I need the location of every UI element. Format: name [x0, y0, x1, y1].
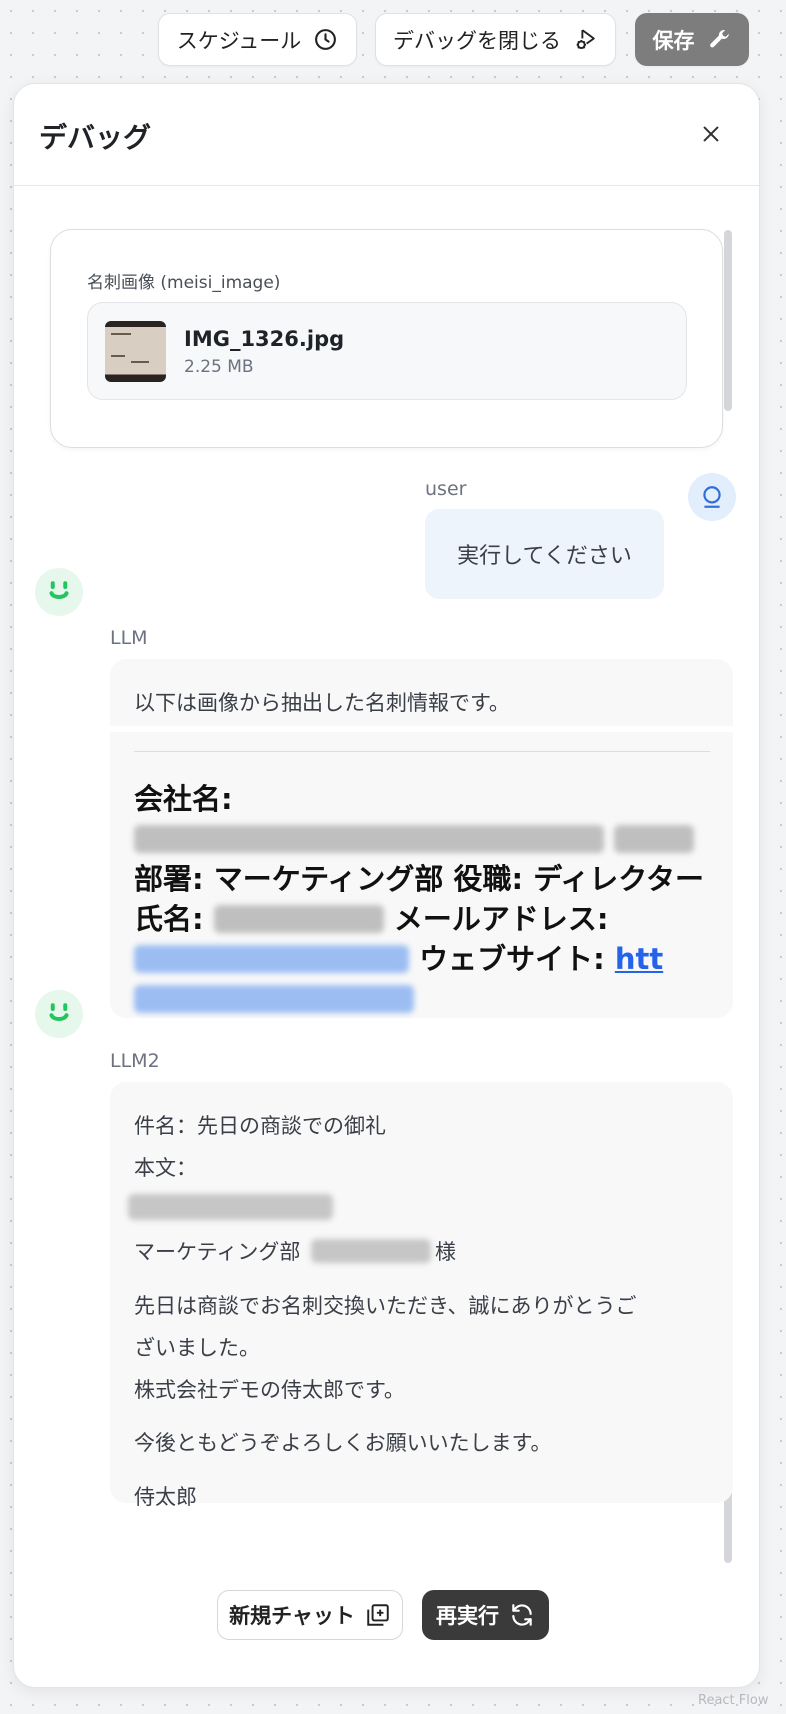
- email-value-redacted: [134, 945, 409, 973]
- user-avatar-icon: [703, 486, 721, 508]
- scrollbar-thumb-top[interactable]: [724, 230, 732, 411]
- rerun-button[interactable]: 再実行: [422, 1590, 549, 1640]
- llm-intro-text: 以下は画像から抽出した名刺情報です。: [134, 691, 510, 715]
- email-paragraph-2: 株式会社デモの侍太郎です。: [134, 1378, 405, 1402]
- website-link[interactable]: htt: [615, 942, 663, 976]
- new-chat-button-label: 新規チャット: [229, 1604, 355, 1628]
- email-body-label: 本文：: [134, 1156, 197, 1180]
- user-avatar: [688, 473, 736, 521]
- panel-title: デバッグ: [39, 121, 152, 154]
- name-label: 氏名:: [134, 902, 204, 936]
- company-value-redacted-2: [614, 825, 695, 853]
- save-button-label: 保存: [652, 28, 695, 53]
- clock-icon: [315, 29, 337, 50]
- close-debug-button[interactable]: デバッグを閉じる: [375, 13, 616, 66]
- recipient-name-redacted: [311, 1239, 432, 1263]
- bot-smile-icon: [49, 581, 69, 599]
- rerun-button-label: 再実行: [436, 1604, 499, 1628]
- website-label: ウェブサイト:: [419, 942, 605, 976]
- email-label: メールアドレス:: [393, 902, 609, 936]
- llm-bubble-gap: [110, 726, 733, 732]
- user-role-label: user: [425, 478, 467, 500]
- company-name-redacted: [128, 1194, 333, 1220]
- llm2-message-bubble: 件名：先日の商談での御礼 本文： マーケティング部 様 先日は商談でお名刺交換い…: [110, 1082, 733, 1509]
- close-panel-button[interactable]: [698, 121, 724, 147]
- input-card: 名刺画像 (meisi_image) IMG_1326.jpg 2.25 MB: [50, 229, 723, 448]
- panel-header: デバッグ: [14, 84, 759, 186]
- name-value-redacted: [213, 905, 384, 933]
- save-button[interactable]: 保存: [635, 13, 749, 66]
- close-icon: [703, 126, 719, 142]
- llm-avatar: [35, 568, 83, 616]
- position-value: ディレクター: [533, 862, 705, 896]
- email-paragraph-1-line-1: 先日は商談でお名刺交換いただき、誠にありがとうご: [134, 1294, 637, 1318]
- schedule-button[interactable]: スケジュール: [158, 13, 357, 66]
- close-debug-button-label: デバッグを閉じる: [393, 28, 561, 53]
- file-attachment[interactable]: IMG_1326.jpg 2.25 MB: [87, 302, 687, 400]
- react-flow-attribution[interactable]: React Flow: [698, 1693, 768, 1708]
- add-square-icon: [367, 1604, 389, 1626]
- new-chat-button[interactable]: 新規チャット: [217, 1590, 403, 1640]
- llm-role-label: LLM: [110, 627, 148, 649]
- email-subject: 件名：先日の商談での御礼: [134, 1114, 386, 1138]
- llm-business-card-info: 会社名: 部署: マーケティング部 役職: ディレクター 氏名: メールアドレス…: [134, 779, 710, 1019]
- recipient-department: マーケティング部: [134, 1240, 301, 1264]
- bug-play-icon: [576, 29, 595, 49]
- department-label: 部署:: [134, 862, 204, 896]
- input-label: 名刺画像 (meisi_image): [87, 273, 281, 293]
- email-paragraph-3: 今後ともどうぞよろしくお願いいたします。: [134, 1431, 552, 1455]
- bot-smile-icon: [49, 1003, 69, 1021]
- debug-panel: デバッグ 名刺画像 (meisi_image) IMG_1326.jpg 2.2…: [13, 83, 760, 1688]
- company-value-redacted: [134, 825, 604, 853]
- schedule-button-label: スケジュール: [176, 28, 302, 53]
- top-toolbar: スケジュール デバッグを閉じる 保存: [0, 13, 786, 67]
- llm-message-bubble: 以下は画像から抽出した名刺情報です。 会社名: 部署: マーケティング部 役職:…: [110, 659, 733, 1018]
- llm2-avatar: [35, 990, 83, 1038]
- user-message-text: 実行してください: [457, 544, 632, 569]
- user-message-bubble: 実行してください: [425, 509, 664, 599]
- llm-divider: [134, 751, 710, 752]
- company-label: 会社名:: [134, 782, 233, 816]
- wrench-icon: [709, 29, 729, 48]
- email-paragraph-1-line-2: ざいました。: [134, 1336, 260, 1360]
- file-size: 2.25 MB: [184, 357, 254, 377]
- file-name: IMG_1326.jpg: [184, 327, 345, 351]
- department-value: マーケティング部: [213, 862, 444, 896]
- refresh-icon: [512, 1604, 532, 1626]
- llm2-role-label: LLM2: [110, 1050, 160, 1072]
- email-recipient-line: マーケティング部 様: [134, 1236, 456, 1266]
- position-label: 役職:: [453, 862, 524, 896]
- file-thumbnail: [105, 321, 166, 382]
- recipient-honorific: 様: [435, 1240, 457, 1264]
- website-link-redacted[interactable]: [134, 985, 414, 1013]
- email-signature: 侍太郎: [134, 1485, 197, 1509]
